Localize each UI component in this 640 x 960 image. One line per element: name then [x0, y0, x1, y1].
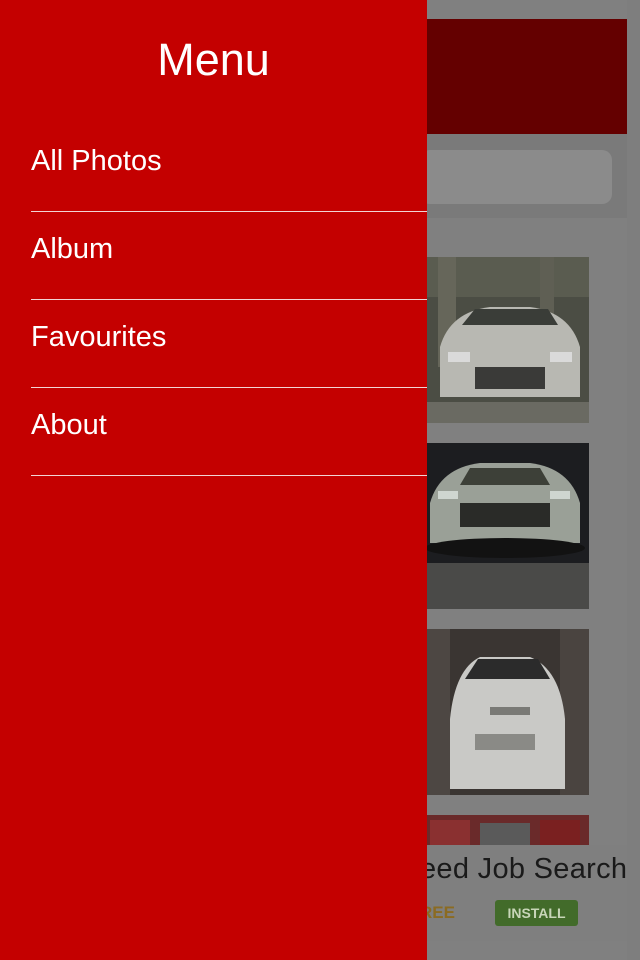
app-header	[420, 19, 628, 134]
menu-item-about[interactable]: About	[31, 388, 427, 476]
drawer-title: Menu	[157, 34, 270, 85]
menu-item-label: All Photos	[31, 145, 162, 177]
menu-item-label: Favourites	[31, 321, 167, 353]
photo-thumbnail[interactable]	[420, 629, 589, 795]
menu-item-label: Album	[31, 233, 114, 265]
side-drawer: Menu All Photos Album Favourites About	[0, 0, 427, 960]
photo-thumbnail[interactable]	[420, 443, 589, 609]
menu-item-all-photos[interactable]: All Photos	[31, 124, 427, 212]
photo-thumbnail[interactable]	[420, 257, 589, 423]
menu-item-album[interactable]: Album	[31, 212, 427, 300]
menu-item-favourites[interactable]: Favourites	[31, 300, 427, 388]
search-input[interactable]	[420, 150, 612, 204]
menu-item-label: About	[31, 409, 107, 441]
ad-headline: eed Job Search	[420, 853, 628, 885]
ad-install-button[interactable]: INSTALL	[495, 900, 578, 926]
background-edge	[627, 0, 640, 960]
